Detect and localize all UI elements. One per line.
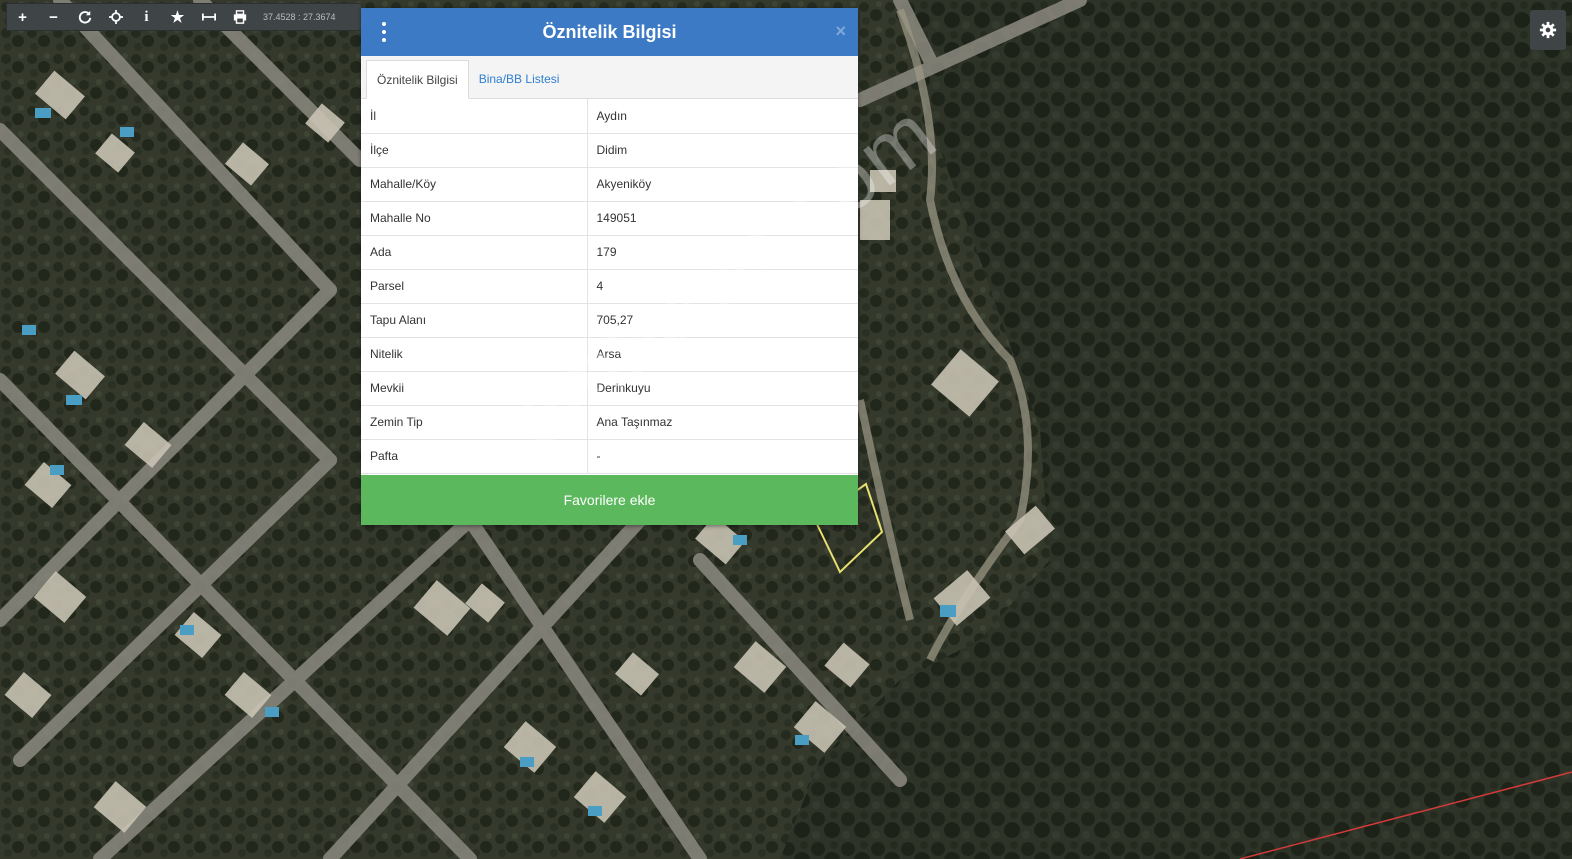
table-row: Tapu Alanı 705,27 [361,303,858,338]
attribute-key: Zemin Tip [361,405,588,440]
attribute-key: Mevkii [361,371,588,406]
table-row: Parsel 4 [361,269,858,304]
close-icon[interactable]: × [835,21,846,42]
attribute-key: Nitelik [361,337,588,372]
attribute-key: Ada [361,235,588,270]
table-row: İlçe Didim [361,133,858,168]
table-row: Pafta - [361,439,858,474]
attribute-value: Aydın [587,99,858,134]
table-row: Mevkii Derinkuyu [361,371,858,406]
attribute-value: 149051 [587,201,858,236]
attribute-value: 4 [587,269,858,304]
attribute-value: Didim [587,133,858,168]
table-row: Nitelik Arsa [361,337,858,372]
attribute-key: Mahalle No [361,201,588,236]
settings-button[interactable] [1530,10,1566,50]
panel-header: Öznitelik Bilgisi × [361,8,858,56]
tab-attributes[interactable]: Öznitelik Bilgisi [366,60,469,99]
attribute-panel: Öznitelik Bilgisi × Öznitelik Bilgisi Bi… [361,8,858,525]
minus-icon: − [49,8,58,26]
attribute-value: 179 [587,235,858,270]
attribute-value: Akyeniköy [587,167,858,202]
zoom-out-button[interactable]: − [38,4,69,30]
refresh-icon [78,10,91,24]
attribute-key: Tapu Alanı [361,303,588,338]
panel-tabs: Öznitelik Bilgisi Bina/BB Listesi [361,56,858,99]
pan-button[interactable] [100,4,131,30]
panel-title: Öznitelik Bilgisi [542,21,677,42]
zoom-in-button[interactable]: + [7,4,38,30]
favorite-button[interactable]: ★ [162,4,193,30]
table-row: Mahalle No 149051 [361,201,858,236]
plus-icon: + [18,8,27,26]
attribute-key: İl [361,99,588,134]
info-icon: i [144,8,149,25]
coordinate-readout: 37.4528 : 27.3674 [263,12,336,22]
attribute-key: İlçe [361,133,588,168]
table-row: Mahalle/Köy Akyeniköy [361,167,858,202]
gear-icon [1539,21,1557,39]
tab-building-list[interactable]: Bina/BB Listesi [469,60,570,98]
crosshair-icon [108,10,123,24]
attribute-value: Arsa [587,337,858,372]
table-row: Zemin Tip Ana Taşınmaz [361,405,858,440]
refresh-button[interactable] [69,4,100,30]
print-icon [233,10,246,24]
measure-button[interactable] [193,4,224,30]
table-row: İl Aydın [361,99,858,134]
star-icon: ★ [170,9,185,26]
attribute-value: Ana Taşınmaz [587,405,858,440]
attribute-value: - [587,439,858,474]
attribute-key: Pafta [361,439,588,474]
attribute-key: Parsel [361,269,588,304]
add-to-favorites-button[interactable]: Favorilere ekle [361,475,858,525]
ruler-icon [201,13,216,21]
vertical-dots-icon[interactable] [379,22,389,42]
attribute-value: Derinkuyu [587,371,858,406]
print-button[interactable] [224,4,255,30]
attribute-table: İl Aydın İlçe Didim Mahalle/Köy Akyeniköy M… [361,99,858,474]
attribute-value: 705,27 [587,303,858,338]
map-toolbar: + − i ★ 37.4528 : 27.3674 [6,3,362,31]
info-button[interactable]: i [131,4,162,30]
attribute-key: Mahalle/Köy [361,167,588,202]
table-row: Ada 179 [361,235,858,270]
